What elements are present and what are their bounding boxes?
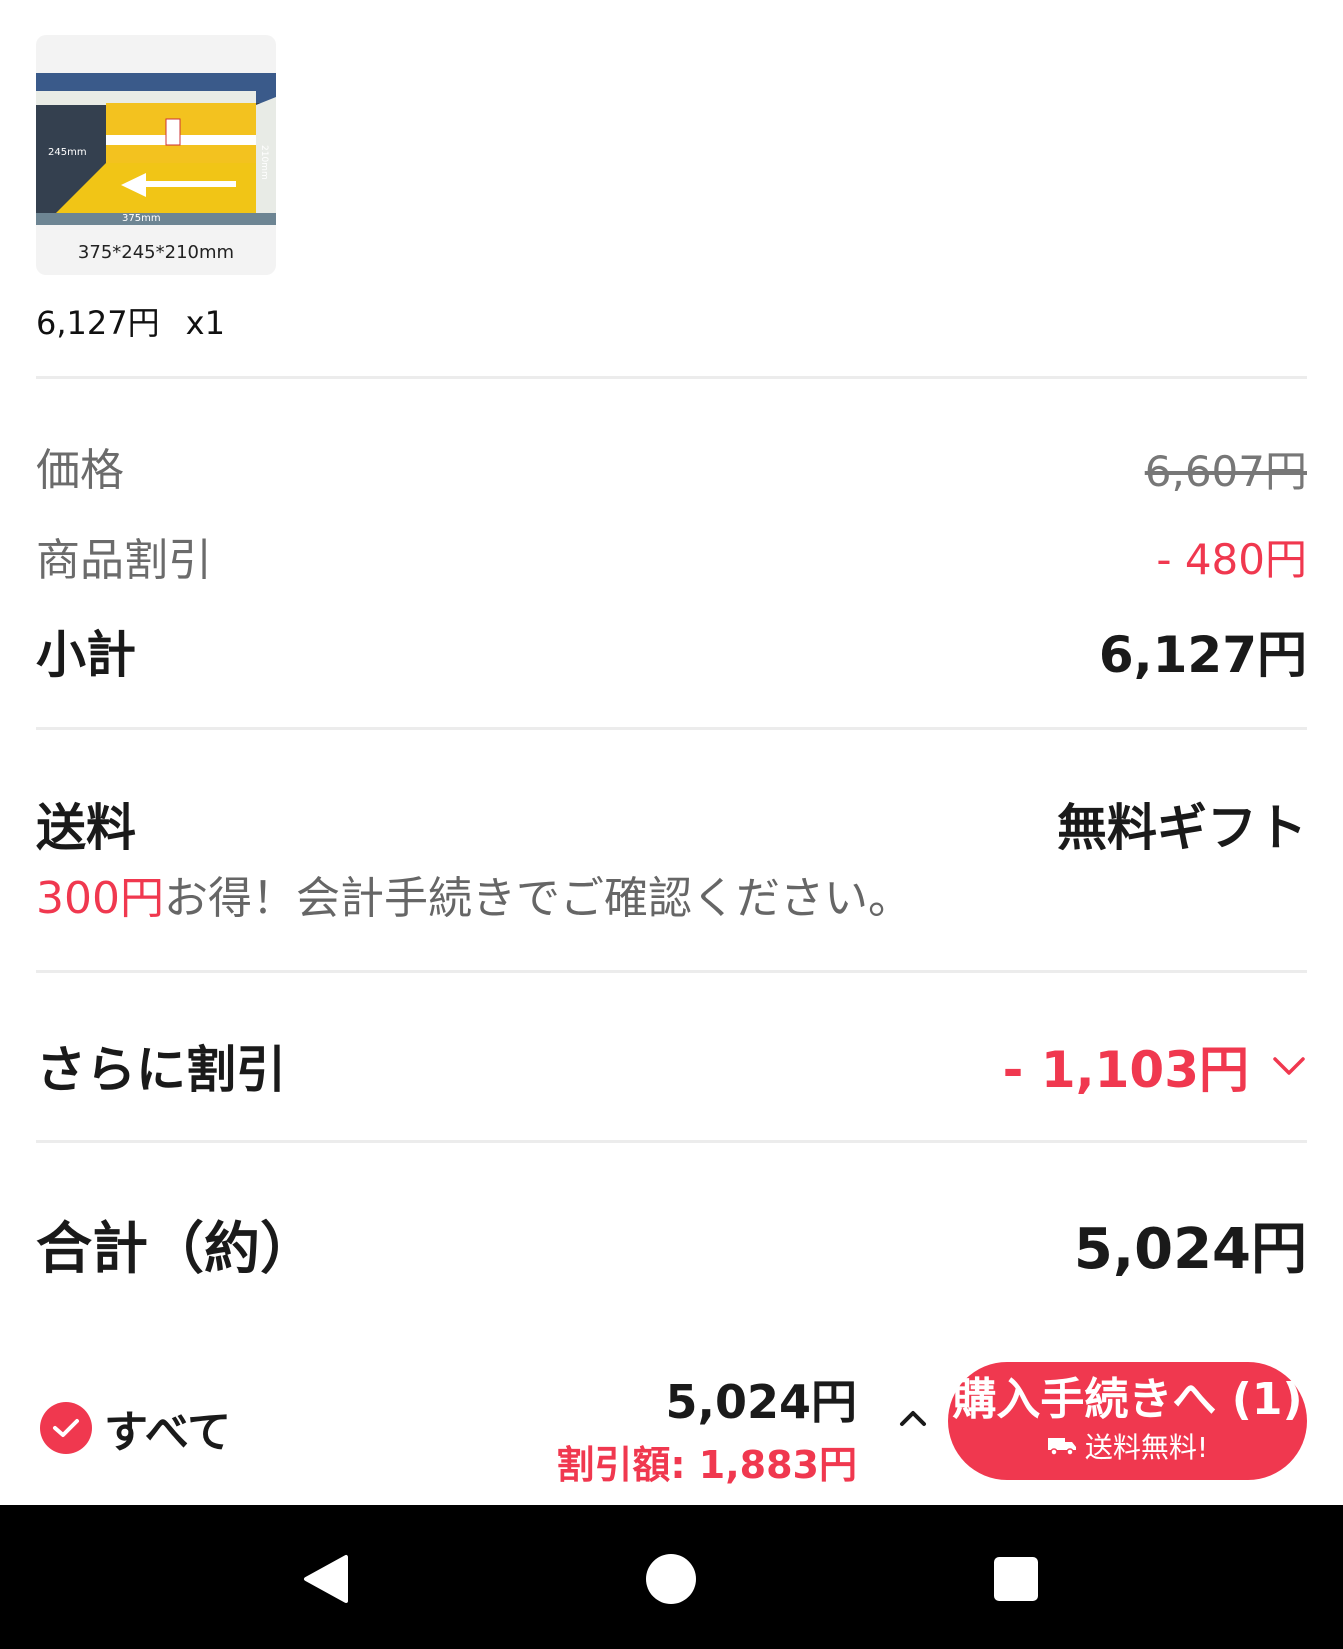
divider: [36, 1140, 1307, 1143]
truck-icon: [1047, 1438, 1076, 1456]
depth-label: 245mm: [48, 147, 87, 158]
free-shipping-label: 送料無料!: [1084, 1431, 1209, 1465]
extra-discount-value: - 1,103円: [1002, 1041, 1249, 1099]
total-label: 合計（約）: [36, 1217, 316, 1282]
extra-discount-toggle[interactable]: - 1,103円: [1003, 1030, 1307, 1102]
width-label: 375mm: [122, 213, 161, 224]
product-photo: 245mm 375mm 210mm: [36, 73, 276, 225]
select-all-toggle[interactable]: すべて: [40, 1396, 231, 1460]
bar-discount-text: 割引額: 1,883円: [556, 1443, 857, 1487]
promo-amount: 300円: [36, 873, 164, 924]
price-label: 価格: [36, 445, 124, 496]
free-shipping-note: 送料無料!: [1047, 1426, 1208, 1466]
discount-value: - 480円: [1156, 535, 1307, 584]
shipping-value: 無料ギフト: [1057, 799, 1307, 857]
extra-discount-label[interactable]: さらに割引: [36, 1030, 286, 1102]
shipping-label: 送料: [36, 799, 136, 857]
checkout-button[interactable]: 購入手続きへ (1) 送料無料!: [948, 1362, 1307, 1480]
system-nav-bar: [0, 1505, 1343, 1649]
select-all-label: すべて: [104, 1407, 232, 1458]
subtotal-value: 6,127円: [1098, 626, 1307, 684]
product-price-qty: 6,127円 x1: [36, 298, 225, 344]
checkout-label: 購入手続きへ (1): [952, 1373, 1303, 1425]
divider: [36, 970, 1307, 973]
divider: [36, 727, 1307, 730]
bar-total: 5,024円: [665, 1375, 857, 1429]
caret-up-icon[interactable]: [896, 1400, 930, 1434]
product-quantity: x1: [185, 304, 225, 342]
subtotal-label: 小計: [36, 626, 136, 684]
divider: [36, 376, 1307, 379]
discount-label: 商品割引: [36, 535, 212, 586]
dimension-caption: 375*245*210mm: [77, 242, 235, 263]
shipping-promo: 300円お得！会計手続きでご確認ください。: [36, 862, 912, 926]
original-price: 6,607円: [1144, 447, 1307, 496]
chevron-down-icon: [1273, 1057, 1305, 1075]
nav-back-icon[interactable]: [300, 1553, 352, 1605]
height-label: 210mm: [259, 145, 269, 180]
promo-text: お得！会計手続きでご確認ください。: [163, 873, 912, 924]
nav-recents-icon[interactable]: [990, 1553, 1042, 1605]
check-circle-icon[interactable]: [40, 1402, 92, 1454]
total-value: 5,024円: [1073, 1217, 1307, 1282]
product-price: 6,127円: [36, 304, 160, 342]
product-thumbnail[interactable]: 245mm 375mm 210mm 375*245*210mm: [36, 35, 276, 275]
nav-home-icon[interactable]: [645, 1553, 697, 1605]
